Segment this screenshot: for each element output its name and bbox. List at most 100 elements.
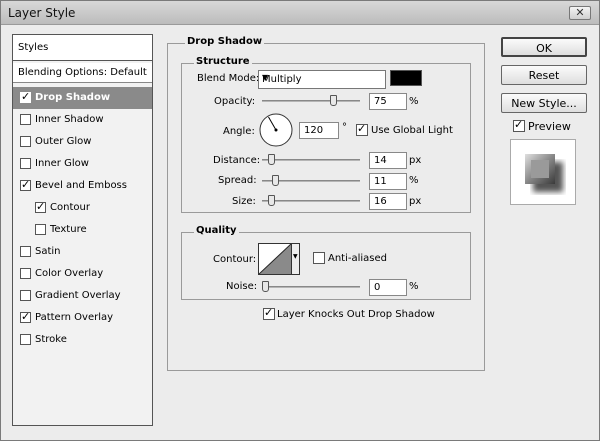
blend-mode-select[interactable]: Multiply ▼: [258, 70, 386, 89]
angle-unit: °: [342, 122, 347, 133]
layer-knocks-out-label: Layer Knocks Out Drop Shadow: [277, 309, 435, 320]
structure-title: Structure: [194, 56, 252, 67]
style-item-label: Pattern Overlay: [35, 312, 114, 323]
chevron-down-icon: ▼: [262, 73, 269, 82]
angle-input[interactable]: 120: [299, 122, 339, 139]
distance-input[interactable]: 14: [369, 152, 407, 169]
size-value: 16: [374, 196, 387, 207]
size-input[interactable]: 16: [369, 193, 407, 210]
style-item-checkbox[interactable]: [20, 114, 31, 125]
angle-label: Angle:: [223, 126, 255, 137]
style-item-checkbox[interactable]: [20, 246, 31, 257]
size-slider-track[interactable]: [262, 200, 360, 202]
style-item-checkbox[interactable]: [35, 200, 46, 213]
style-item-label: Contour: [50, 202, 90, 213]
use-global-light-checkbox[interactable]: [356, 122, 368, 136]
angle-dial[interactable]: [257, 111, 295, 149]
noise-label: Noise:: [226, 281, 258, 292]
title-bar[interactable]: Layer Style ✕: [1, 1, 599, 25]
window-title: Layer Style: [8, 6, 76, 20]
style-item-label: Inner Shadow: [35, 114, 104, 125]
style-item-contour[interactable]: Contour: [13, 197, 152, 219]
style-preview-thumbnail: [510, 139, 576, 205]
style-item-label: Color Overlay: [35, 268, 104, 279]
style-item-label: Drop Shadow: [35, 92, 111, 103]
styles-header-label: Styles: [18, 42, 49, 53]
distance-value: 14: [374, 155, 387, 166]
size-slider-thumb[interactable]: [268, 195, 276, 206]
style-item-label: Inner Glow: [35, 158, 89, 169]
size-unit: px: [409, 196, 422, 207]
reset-button[interactable]: Reset: [501, 65, 587, 85]
shadow-color-swatch[interactable]: [390, 70, 422, 86]
style-item-checkbox[interactable]: [20, 290, 31, 301]
spread-slider-thumb[interactable]: [272, 175, 279, 186]
style-item-inner-shadow[interactable]: Inner Shadow: [13, 109, 152, 131]
new-style-label: New Style...: [511, 97, 577, 110]
new-style-button[interactable]: New Style...: [501, 93, 587, 113]
style-item-color-overlay[interactable]: Color Overlay: [13, 263, 152, 285]
noise-slider-track[interactable]: [262, 286, 360, 288]
style-item-inner-glow[interactable]: Inner Glow: [13, 153, 152, 175]
style-item-checkbox[interactable]: [35, 224, 46, 235]
close-icon: ✕: [575, 6, 585, 19]
blending-options-item[interactable]: Blending Options: Default: [13, 63, 152, 83]
style-item-outer-glow[interactable]: Outer Glow: [13, 131, 152, 153]
spread-input[interactable]: 11: [369, 173, 407, 190]
blend-mode-label: Blend Mode:: [197, 73, 260, 84]
distance-slider-thumb[interactable]: [268, 154, 276, 165]
use-global-light-label: Use Global Light: [371, 125, 453, 136]
styles-header[interactable]: Styles: [13, 35, 152, 61]
noise-value: 0: [374, 282, 381, 293]
quality-title: Quality: [194, 225, 239, 236]
style-item-gradient-overlay[interactable]: Gradient Overlay: [13, 285, 152, 307]
style-item-checkbox[interactable]: [20, 268, 31, 279]
preview-checkbox[interactable]: [513, 118, 525, 132]
opacity-input[interactable]: 75: [369, 93, 407, 110]
preview-swatch-icon: [525, 154, 563, 192]
style-item-drop-shadow[interactable]: Drop Shadow: [13, 87, 152, 109]
contour-preview-icon: [259, 244, 291, 274]
style-item-checkbox[interactable]: [20, 334, 31, 345]
anti-aliased-checkbox[interactable]: [313, 252, 325, 264]
drop-shadow-title: Drop Shadow: [185, 36, 265, 47]
contour-label: Contour:: [213, 254, 257, 265]
close-button[interactable]: ✕: [569, 6, 591, 20]
style-item-checkbox[interactable]: [20, 178, 31, 191]
style-item-stroke[interactable]: Stroke: [13, 329, 152, 351]
noise-slider-thumb[interactable]: [262, 281, 269, 292]
style-item-pattern-overlay[interactable]: Pattern Overlay: [13, 307, 152, 329]
distance-slider-track[interactable]: [262, 159, 360, 161]
spread-value: 11: [374, 176, 387, 187]
style-item-label: Bevel and Emboss: [35, 180, 127, 191]
contour-picker[interactable]: ▼: [258, 243, 300, 275]
distance-unit: px: [409, 155, 422, 166]
quality-group: [181, 232, 471, 300]
style-item-checkbox[interactable]: [20, 136, 31, 147]
spread-unit: %: [409, 175, 419, 186]
opacity-slider-track[interactable]: [262, 100, 360, 102]
style-item-label: Outer Glow: [35, 136, 92, 147]
style-item-checkbox[interactable]: [20, 90, 31, 103]
layer-knocks-out-checkbox[interactable]: [263, 306, 275, 320]
contour-dropdown-button[interactable]: ▼: [291, 244, 299, 274]
preview-label: Preview: [528, 120, 571, 133]
style-item-satin[interactable]: Satin: [13, 241, 152, 263]
chevron-down-icon: ▼: [293, 253, 298, 260]
ok-button[interactable]: OK: [501, 37, 587, 57]
style-item-texture[interactable]: Texture: [13, 219, 152, 241]
style-item-checkbox[interactable]: [20, 158, 31, 169]
noise-input[interactable]: 0: [369, 279, 407, 296]
noise-unit: %: [409, 281, 419, 292]
layer-style-dialog: Layer Style ✕ Styles Blending Options: D…: [0, 0, 600, 441]
style-item-bevel-and-emboss[interactable]: Bevel and Emboss: [13, 175, 152, 197]
opacity-unit: %: [409, 96, 419, 107]
style-item-label: Stroke: [35, 334, 67, 345]
size-label: Size:: [232, 196, 256, 207]
spread-label: Spread:: [218, 175, 257, 186]
angle-value: 120: [304, 125, 324, 136]
style-item-checkbox[interactable]: [20, 310, 31, 323]
opacity-slider-thumb[interactable]: [330, 95, 338, 106]
blending-options-label: Blending Options: Default: [18, 67, 147, 78]
opacity-value: 75: [374, 96, 387, 107]
